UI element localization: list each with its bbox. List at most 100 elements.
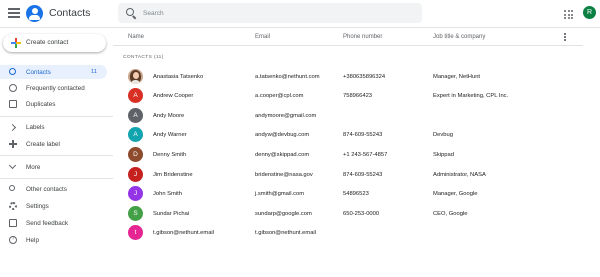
search-input[interactable] [143,7,403,19]
contact-email: denny@skippad.com [255,151,310,158]
contact-phone: 874-609-55243 [343,132,383,139]
contact-name: Andy Warner [153,132,187,139]
table-row[interactable]: D Denny Smith denny@skippad.com +1 243-567-… [113,145,583,164]
app-title: Contacts [49,7,91,19]
contact-name: Andy Moore [153,112,185,119]
search-icon[interactable] [126,8,134,16]
sidebar-item-label: Help [26,236,39,244]
sidebar-item-label: Send feedback [26,219,69,227]
avatar: A [128,88,143,104]
person-icon [9,68,16,75]
contact-phone: 650-253-0000 [343,210,380,217]
contact-job: CEO, Google [433,210,468,217]
people-icon [9,185,15,191]
table-row[interactable]: A Andy Warner andyw@devbug.com 874-609-5524… [113,126,583,145]
sidebar-item-help[interactable]: ? Help [0,233,107,247]
table-row[interactable]: J John Smith j.smith@gmail.com 54896523 Mana… [113,185,583,204]
column-header-name[interactable]: Name [128,34,144,40]
contact-email: a.cooper@cpl.com [255,93,304,100]
contact-email: andymoore@gmail.com [255,112,317,119]
table-header: Name Email Phone number Job title & comp… [113,28,583,46]
contact-email: a.tatsenko@nethunt.com [255,73,320,80]
create-contact-label: Create contact [26,39,69,46]
contact-job: Devbug [433,132,453,139]
contact-email: bridenstine@nasa.gov [255,171,313,178]
create-plus-icon [11,38,21,48]
contact-name: Andrew Cooper [153,93,194,100]
table-row[interactable]: Anastasia Tatsenko a.tatsenko@nethunt.com… [113,67,583,86]
sidebar-item-labels[interactable]: Labels [0,120,107,134]
sidebar-divider [0,155,113,156]
contacts-count-badge: 11 [90,68,97,75]
table-row[interactable]: A Andy Moore andymoore@gmail.com [113,106,583,125]
table-row[interactable]: A Andrew Cooper a.cooper@cpl.com 758966423 E… [113,87,583,106]
contact-name: Jim Bridenstine [153,171,193,178]
contact-phone: +380635896324 [343,73,386,80]
contact-email: sundarp@google.com [255,210,312,217]
contact-job: Expert in Marketing, CPL Inc. [433,93,509,100]
avatar: D [128,146,143,162]
feedback-icon [9,219,17,227]
sidebar-item-label: Duplicates [26,100,56,108]
sidebar-item-label: Create label [26,140,60,148]
contact-email: t.gibson@nethunt.email [255,230,316,237]
contact-name: Denny Smith [153,151,187,158]
avatar: S [128,205,143,221]
sidebar-item-label: Contacts [26,68,51,76]
avatar: J [128,186,143,202]
table-row[interactable]: S Sundar Pichai sundarp@google.com 650-253-… [113,204,583,223]
chevron-right-icon [8,123,17,131]
sidebar-item-send-feedback[interactable]: Send feedback [0,216,107,230]
contact-job: Manager, Google [433,191,478,198]
contact-email: andyw@devbug.com [255,132,310,139]
contact-email: j.smith@gmail.com [255,191,305,198]
contact-job: Administrator, NASA [433,171,486,178]
sidebar-item-more[interactable]: More [0,160,107,174]
help-icon: ? [9,236,17,244]
contact-name: Sundar Pichai [153,210,190,217]
apps-grid-icon[interactable] [564,10,573,19]
column-header-phone[interactable]: Phone number [343,34,382,40]
avatar: J [128,166,143,182]
table-row[interactable]: J Jim Bridenstine bridenstine@nasa.gov 874-… [113,165,583,184]
avatar [128,68,143,84]
avatar: t [128,225,143,241]
contact-job: Manager, NetHunt [433,73,481,80]
sidebar-item-create-label[interactable]: Create label [0,137,107,151]
sidebar-item-label: More [26,163,41,171]
top-app-bar: Contacts R [0,0,600,28]
contact-phone: 874-609-55243 [343,171,383,178]
contact-name: t.gibson@nethunt.email [153,230,214,237]
plus-icon [9,140,17,148]
search-bar[interactable] [118,3,422,23]
main-menu-icon[interactable] [8,8,20,18]
sidebar-divider [0,178,113,179]
more-vert-icon[interactable] [564,33,566,41]
contact-phone: +1 243-567-4857 [343,151,388,158]
section-label: CONTACTS (11) [123,55,164,60]
contacts-logo-icon [26,5,43,22]
sidebar-item-label: Settings [26,202,49,210]
sidebar-item-label: Labels [26,123,45,131]
sidebar-item-contacts[interactable]: Contacts 11 [0,65,107,79]
contact-phone: 54896523 [343,191,369,198]
history-icon [9,84,17,92]
table-row[interactable]: t t.gibson@nethunt.email t.gibson@nethunt.… [113,224,583,243]
contact-job: Skippad [433,151,454,158]
contact-phone: 758966423 [343,93,373,100]
sidebar-item-duplicates[interactable]: Duplicates [0,97,107,111]
account-avatar[interactable]: R [583,6,596,19]
sidebar-item-settings[interactable]: Settings [0,199,107,213]
contact-name: John Smith [153,191,182,198]
column-header-email[interactable]: Email [255,34,270,40]
chevron-down-icon [8,161,17,170]
duplicates-icon [9,100,17,108]
sidebar-item-other-contacts[interactable]: Other contacts [0,182,107,196]
gear-icon [9,202,17,210]
sidebar-item-label: Frequently contacted [26,84,85,92]
contact-name: Anastasia Tatsenko [153,73,204,80]
sidebar-item-frequently-contacted[interactable]: Frequently contacted [0,81,107,95]
create-contact-button[interactable]: Create contact [3,34,106,52]
avatar: A [128,127,143,143]
column-header-job[interactable]: Job title & company [433,34,485,40]
